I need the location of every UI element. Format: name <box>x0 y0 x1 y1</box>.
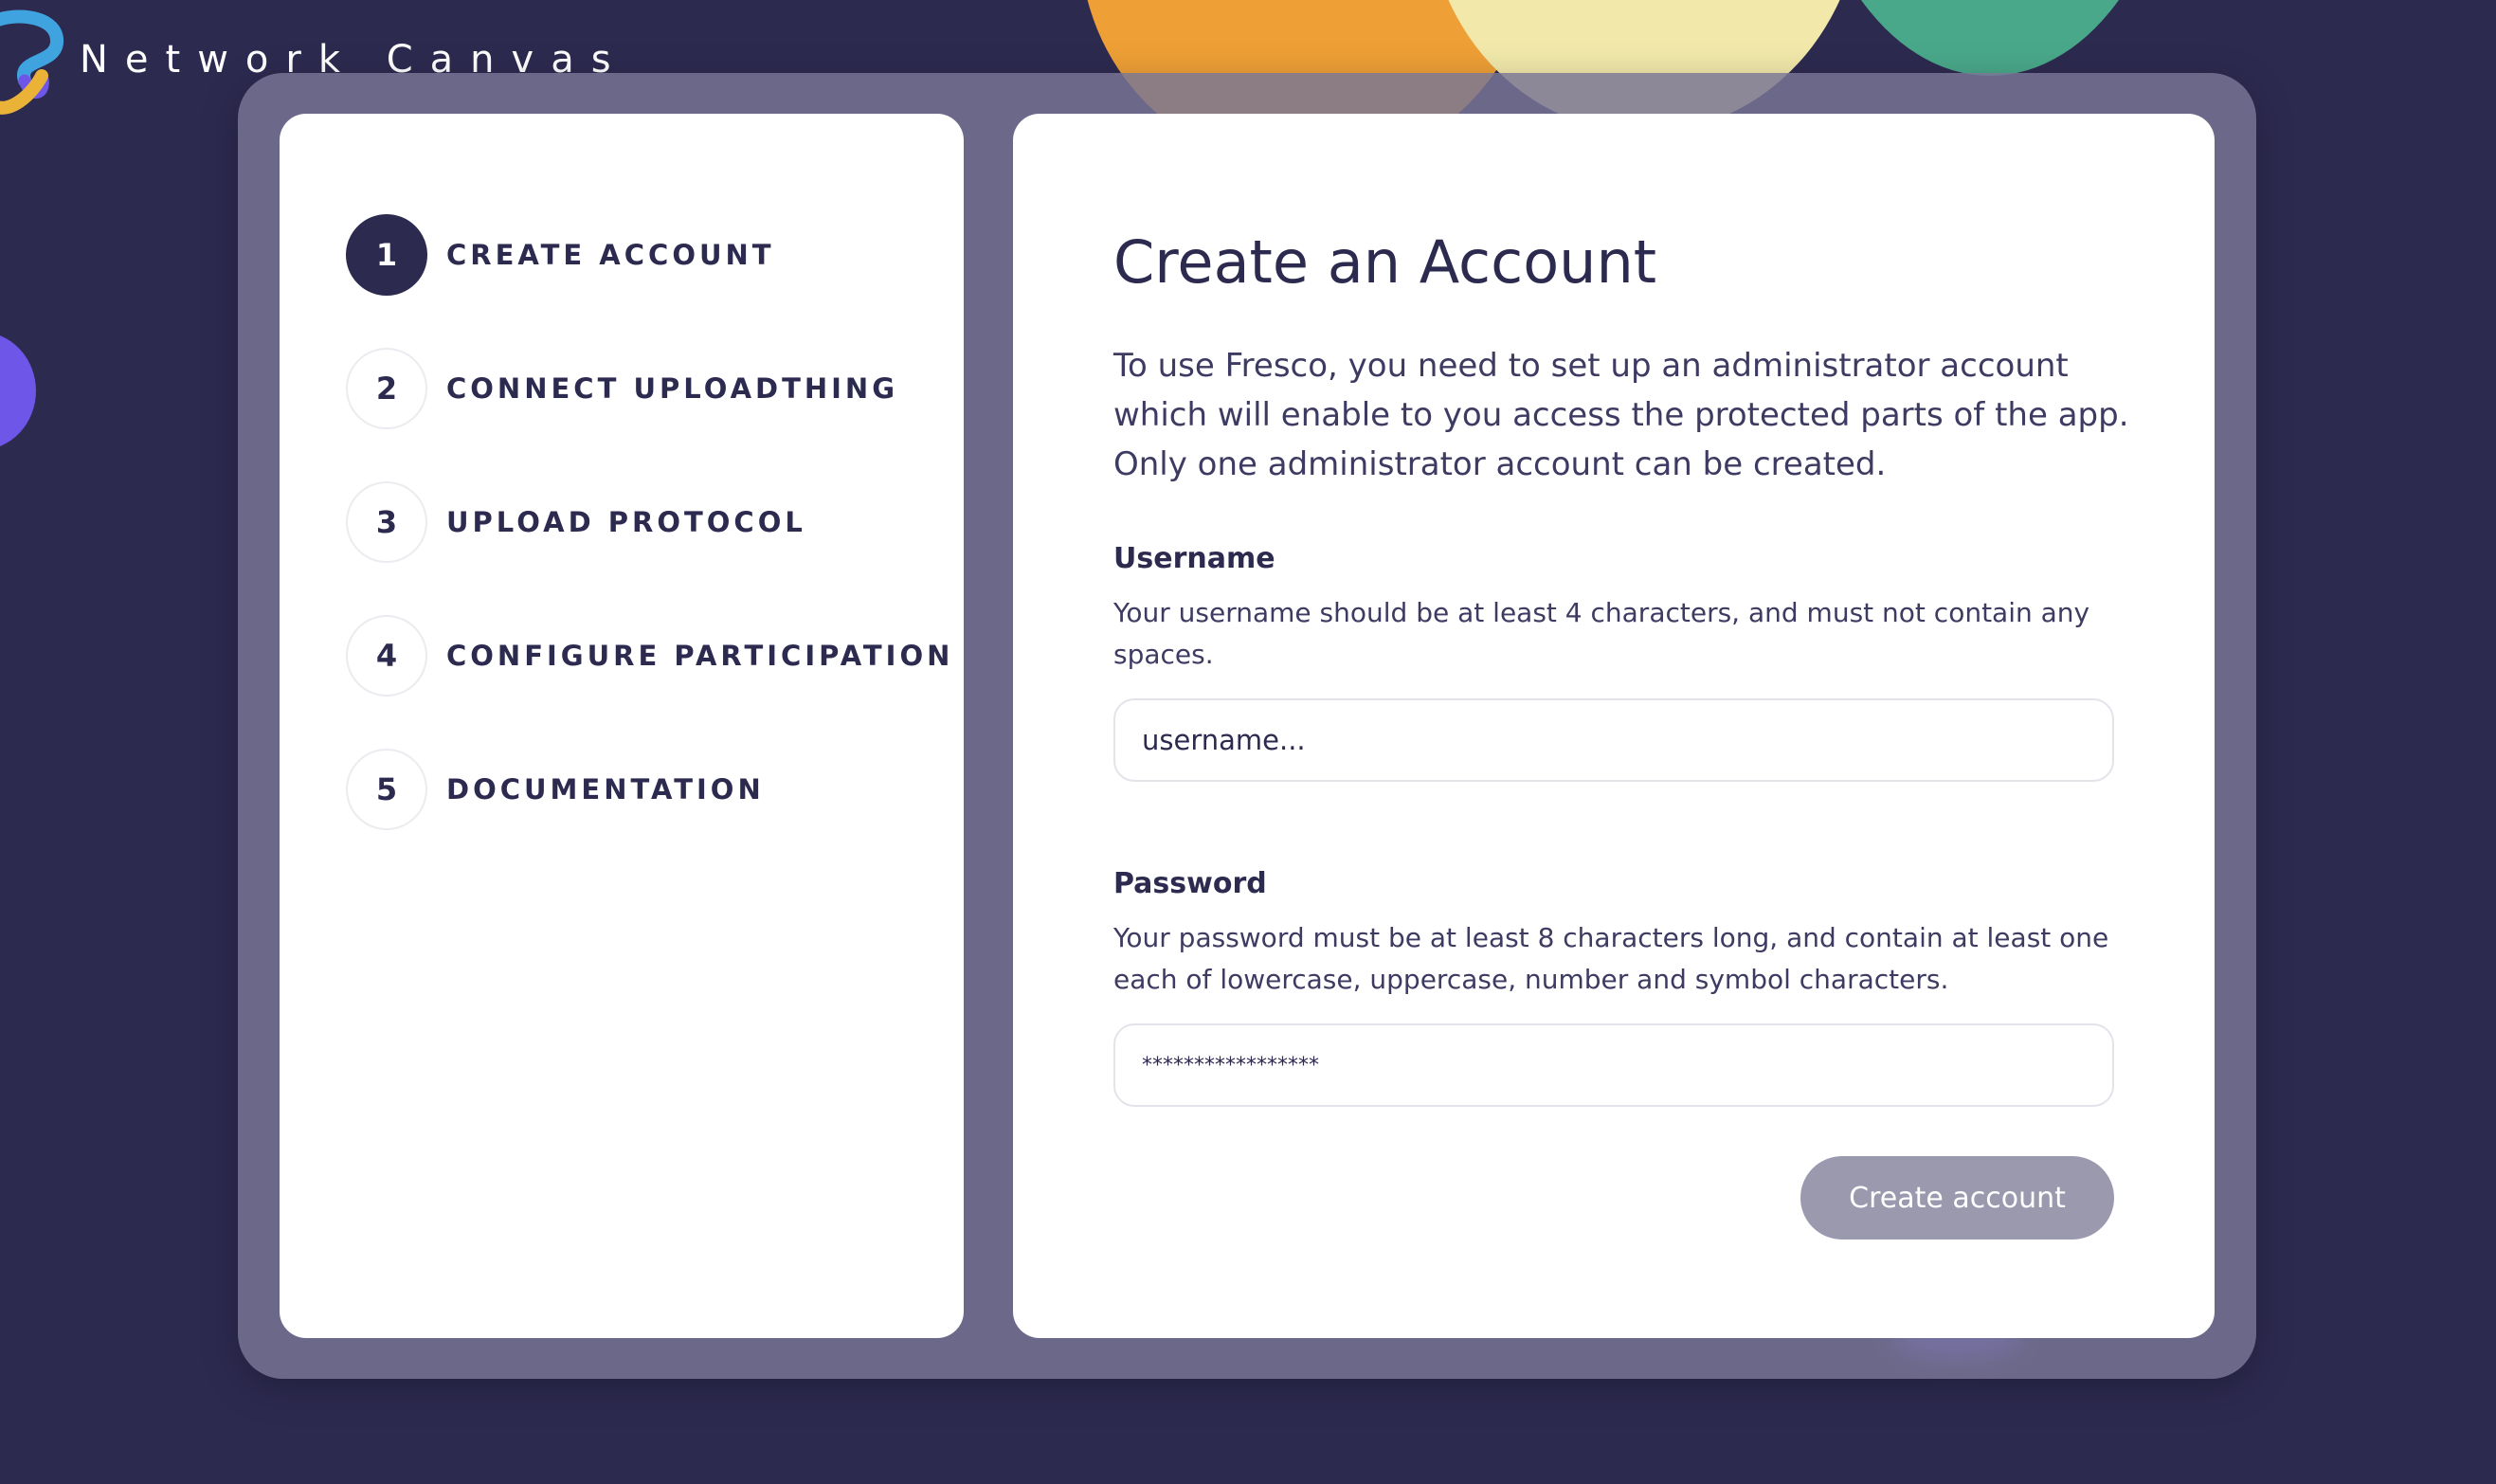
username-hint: Your username should be at least 4 chara… <box>1113 597 2090 670</box>
password-label: Password <box>1113 867 1267 900</box>
step-configure-participation[interactable]: 4 CONFIGURE PARTICIPATION <box>346 614 964 697</box>
step-documentation[interactable]: 5 DOCUMENTATION <box>346 748 964 831</box>
step-number: 3 <box>346 481 427 563</box>
username-input[interactable] <box>1113 698 2114 782</box>
step-label: DOCUMENTATION <box>446 773 765 805</box>
username-label: Username <box>1113 542 1275 575</box>
step-create-account[interactable]: 1 CREATE ACCOUNT <box>346 213 964 297</box>
step-connect-uploadthing[interactable]: 2 CONNECT UPLOADTHING <box>346 347 964 430</box>
network-canvas-logo-icon <box>0 9 63 115</box>
step-number: 4 <box>346 615 427 697</box>
decorative-green-blob <box>1800 0 2179 76</box>
decorative-purple-blob <box>0 332 36 450</box>
intro-text: To use Fresco, you need to set up an adm… <box>1113 347 2129 483</box>
step-number: 2 <box>346 348 427 429</box>
step-number: 5 <box>346 749 427 830</box>
step-label: UPLOAD PROTOCOL <box>446 506 806 538</box>
step-number: 1 <box>346 214 427 296</box>
page-title: Create an Account <box>1113 227 1657 297</box>
password-input[interactable] <box>1113 1023 2114 1107</box>
create-account-panel: Create an Account To use Fresco, you nee… <box>1013 114 2215 1338</box>
password-hint: Your password must be at least 8 charact… <box>1113 922 2109 995</box>
step-label: CONFIGURE PARTICIPATION <box>446 640 954 672</box>
step-label: CONNECT UPLOADTHING <box>446 372 899 405</box>
setup-steps-panel: 1 CREATE ACCOUNT 2 CONNECT UPLOADTHING 3… <box>280 114 964 1338</box>
step-upload-protocol[interactable]: 3 UPLOAD PROTOCOL <box>346 480 964 564</box>
create-account-button[interactable]: Create account <box>1800 1156 2114 1240</box>
step-label: CREATE ACCOUNT <box>446 239 775 271</box>
